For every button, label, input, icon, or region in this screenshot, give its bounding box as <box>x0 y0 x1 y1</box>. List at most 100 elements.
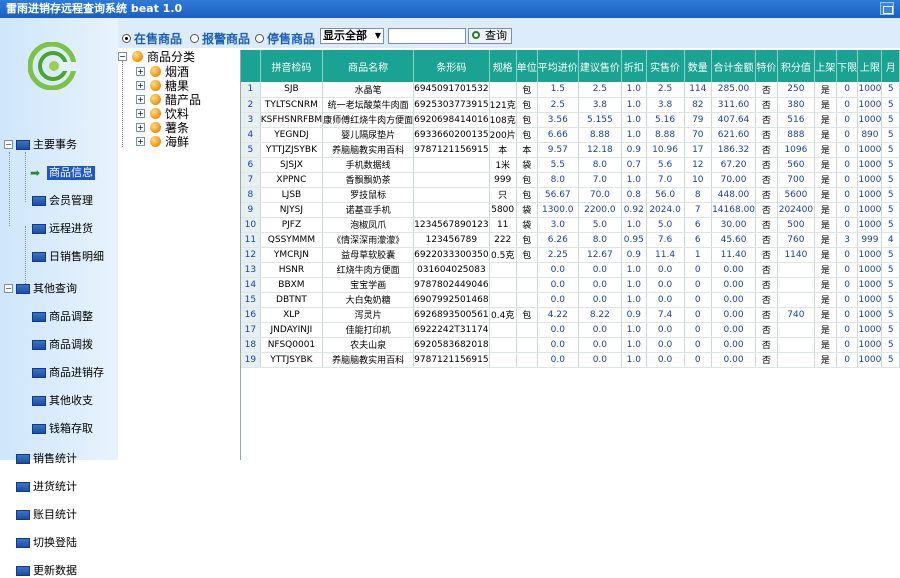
dropdown-arrow-icon[interactable]: ▼ <box>375 29 381 43</box>
table-row[interactable]: 14 BBXM 宝宝学画 9787802449046 0.0 0.0 1.0 0.0 0 0.00… <box>241 277 900 293</box>
table-cell: 2200.0 <box>578 202 622 218</box>
column-header[interactable]: 商品名称 <box>322 50 415 82</box>
table-cell: 7.0 <box>646 172 685 188</box>
expand-icon[interactable]: + <box>136 81 145 90</box>
nav-item-other-income[interactable]: 其他收支 <box>0 394 118 408</box>
table-cell: 否 <box>755 127 778 143</box>
column-header[interactable]: 折扣 <box>621 50 647 82</box>
expand-icon[interactable]: + <box>136 95 145 104</box>
expand-icon[interactable]: + <box>136 67 145 76</box>
collapse-icon[interactable]: − <box>118 52 127 61</box>
table-row[interactable]: 2 TYLTSCNRM 统一老坛酸菜牛肉面 6925303773915 121克包 2.5… <box>241 97 900 113</box>
table-cell <box>489 337 517 353</box>
nav-item-sales-stats[interactable]: 销售统计 <box>0 452 118 466</box>
column-header[interactable]: 数量 <box>684 50 713 82</box>
nav-group-other[interactable]: − 其他查询 <box>0 282 118 296</box>
table-cell: 6925303773915 <box>413 97 490 113</box>
column-header[interactable]: 平均进价 <box>537 50 579 82</box>
nav-item-inventory[interactable]: 商品进销存 <box>0 366 118 380</box>
nav-item-daily-sales[interactable]: 日销售明细 <box>0 250 118 264</box>
table-row[interactable]: 1 SJB 水晶笔 6945091701532 包 1.5 2.5 1.0 2.5 114 285.… <box>241 82 900 98</box>
table-row[interactable]: 18 NFSQ0001 农夫山泉 6920583682018 0.0 0.0 1.0 0.0 0… <box>241 337 900 353</box>
nav-item-remote-purchase[interactable]: 远程进货 <box>0 222 118 236</box>
column-header[interactable]: 上架 <box>814 50 837 82</box>
category-item[interactable]: 醋产品 <box>150 93 201 107</box>
nav-item-cashbox[interactable]: 钱箱存取 <box>0 422 118 436</box>
category-item[interactable]: 糖果 <box>150 79 189 93</box>
table-cell: 0.0 <box>646 292 685 308</box>
table-cell: 1.0 <box>621 322 647 338</box>
table-row[interactable]: 16 XLP 泻灵片 6926893500561 0.4克包 4.22 8.22 0.9 7.4… <box>241 307 900 323</box>
table-cell: 10.96 <box>646 142 685 158</box>
query-button[interactable]: 查询 <box>468 28 512 44</box>
table-cell: 0.00 <box>711 322 757 338</box>
table-row[interactable]: 7 XPPNC 香飘飘奶茶 999 包 8.0 7.0 1.0 7.0 10 70.00 否 700 是 0… <box>241 172 900 188</box>
table-row[interactable]: 15 DBTNT 大白兔奶糖 6907992501468 0.0 0.0 1.0 0.0 0 0.… <box>241 292 900 308</box>
table-cell: 1.0 <box>621 82 647 98</box>
table-cell: 5 <box>881 307 900 323</box>
table-cell: 380 <box>777 97 816 113</box>
nav-item-product-info[interactable]: ➡ 商品信息 <box>0 166 118 180</box>
search-input[interactable] <box>388 28 466 44</box>
table-cell: YEGNDJ <box>260 127 324 143</box>
category-item[interactable]: 烟酒 <box>150 65 189 79</box>
table-cell: 19 <box>241 352 261 368</box>
table-cell: 0 <box>836 172 859 188</box>
table-cell: 佳能打印机 <box>322 322 415 338</box>
book-icon <box>16 482 30 492</box>
table-row[interactable]: 5 YTTJZJSYBK 养脑脑教实用百科 9787121156915 本本 9.57 12… <box>241 142 900 158</box>
table-row[interactable]: 4 YEGNDJ 婴儿隔尿垫片 6933660200135 200片包 6.66 8.88 1… <box>241 127 900 143</box>
table-cell: 是 <box>814 292 837 308</box>
category-item[interactable]: 薯条 <box>150 121 189 135</box>
column-header[interactable]: 建议售价 <box>578 50 622 82</box>
category-ball-icon <box>150 136 161 147</box>
radio-on-sale[interactable]: 在售商品 <box>122 30 182 47</box>
column-header[interactable]: 实售价 <box>646 50 685 82</box>
table-row[interactable]: 10 PJFZ 泡椒凤爪 1234567890123 11 袋 3.0 5.0 1.0 5.0 6 3… <box>241 217 900 233</box>
nav-item-switch-login[interactable]: 切换登陆 <box>0 536 118 550</box>
radio-alarm[interactable]: 报警商品 <box>190 30 250 47</box>
nav-item-members[interactable]: 会员管理 <box>0 194 118 208</box>
restore-button[interactable] <box>880 2 894 15</box>
table-cell: 5.16 <box>646 112 685 128</box>
expand-icon[interactable]: + <box>136 109 145 118</box>
category-item[interactable]: 饮料 <box>150 107 189 121</box>
nav-group-main[interactable]: − 主要事务 <box>0 138 118 152</box>
table-cell: 否 <box>755 307 778 323</box>
nav-item-adjust[interactable]: 商品调整 <box>0 310 118 324</box>
nav-item-update-data[interactable]: 更新数据 <box>0 564 118 578</box>
table-row[interactable]: 8 LJSB 罗技鼠标只包 56.67 70.0 0.8 56.0 8 448.00 否 5600 是… <box>241 187 900 203</box>
nav-item-account-stats[interactable]: 账目统计 <box>0 508 118 522</box>
table-row[interactable]: 11 QSSYMMM 《情深深雨濛濛》 123456789 222 包 6.26 8.0 0.9… <box>241 232 900 248</box>
column-header[interactable]: 积分值 <box>777 50 816 82</box>
nav-item-purchase-stats[interactable]: 进货统计 <box>0 480 118 494</box>
column-header[interactable]: 单位 <box>516 50 538 82</box>
table-row[interactable]: 13 HSNR 红烧牛肉方便面 031604025083 0.0 0.0 1.0 0.0 0 0.… <box>241 262 900 278</box>
table-row[interactable]: 12 YMCRJN 益母草软胶囊 6922033300350 0.5克包 2.25 12.6… <box>241 247 900 263</box>
radio-stopped[interactable]: 停售商品 <box>255 30 315 47</box>
table-row[interactable]: 17 JNDAYINJI 佳能打印机 6922242T31174 0.0 0.0 1.0 0.… <box>241 322 900 338</box>
column-header[interactable]: 条形码 <box>413 50 490 82</box>
column-header[interactable]: 特价 <box>755 50 778 82</box>
category-item[interactable]: 海鲜 <box>150 135 189 149</box>
table-row[interactable]: 3 KSFHSNRFBM 康师傅红烧牛肉方便面 6920698414016 108克包 3… <box>241 112 900 128</box>
column-header[interactable]: 规格 <box>489 50 517 82</box>
column-header[interactable] <box>241 50 261 82</box>
collapse-icon[interactable]: − <box>4 284 13 293</box>
table-row[interactable]: 6 SJSJX 手机数据线 1米袋 5.5 8.0 0.7 5.6 12 67.20 否 560 是 0 1… <box>241 157 900 173</box>
expand-icon[interactable]: + <box>136 137 145 146</box>
column-header[interactable]: 月 <box>881 50 900 82</box>
expand-icon[interactable]: + <box>136 123 145 132</box>
column-header[interactable]: 上限 <box>857 50 883 82</box>
column-header[interactable]: 下限 <box>836 50 859 82</box>
column-header[interactable]: 拼音检码 <box>260 50 324 82</box>
product-grid[interactable]: 拼音检码 商品名称 条形码 规格 单位 平均进价 建议售价 折扣 实售价 数量 合计金额 特价 积分值上… <box>240 50 900 460</box>
table-row[interactable]: 19 YTTJSYBK 养脑脑教实用百科 9787121156915 0.0 0.0 1.0… <box>241 352 900 368</box>
collapse-icon[interactable]: − <box>4 140 13 149</box>
nav-item-transfer[interactable]: 商品调拨 <box>0 338 118 352</box>
table-cell: 6922033300350 <box>413 247 490 263</box>
table-row[interactable]: 9 NJYSJ 诺基亚手机 5800 袋 1300.0 2200.0 0.92 2024.0 7 1… <box>241 202 900 218</box>
display-select[interactable]: 显示全部 ▼ <box>320 28 384 44</box>
column-header[interactable]: 合计金额 <box>711 50 757 82</box>
category-root[interactable]: 商品分类 <box>132 50 195 64</box>
